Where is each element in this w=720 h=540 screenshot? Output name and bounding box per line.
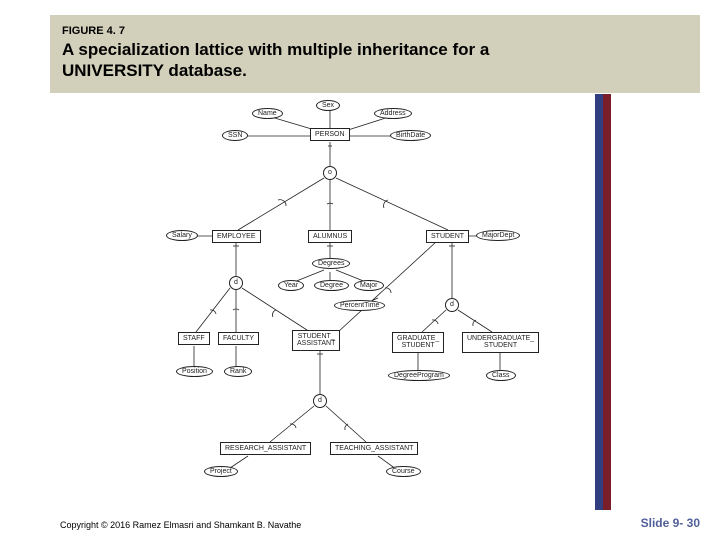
attr-position: Position: [176, 366, 213, 377]
entity-employee: EMPLOYEE: [212, 230, 261, 243]
entity-graduate-student: GRADUATE_ STUDENT: [392, 332, 444, 353]
attr-course: Course: [386, 466, 421, 477]
title-line-2: UNIVERSITY database.: [62, 61, 247, 80]
attr-majordept: MajorDept: [476, 230, 520, 241]
vertical-stripe-maroon: [603, 94, 611, 510]
slide-number: Slide 9- 30: [641, 516, 700, 530]
undergraduate-student-line1: UNDERGRADUATE_: [467, 335, 534, 342]
attr-address: Address: [374, 108, 412, 119]
eer-diagram: Sex Name Address SSN BirthDate PERSON o …: [160, 100, 580, 500]
slide-header: FIGURE 4. 7 A specialization lattice wit…: [50, 15, 700, 93]
student-assistant-line1: STUDENT_: [298, 333, 335, 340]
entity-student: STUDENT: [426, 230, 469, 243]
attr-sex: Sex: [316, 100, 340, 111]
attr-name: Name: [252, 108, 283, 119]
attr-percenttime: PercentTime: [334, 300, 385, 311]
entity-staff: STAFF: [178, 332, 210, 345]
circle-d-employee: d: [229, 276, 243, 290]
attr-year: Year: [278, 280, 304, 291]
entity-teaching-assistant: TEACHING_ASSISTANT: [330, 442, 418, 455]
title-line-1: A specialization lattice with multiple i…: [62, 40, 489, 59]
circle-d-student: d: [445, 298, 459, 312]
entity-person: PERSON: [310, 128, 350, 141]
attr-salary: Salary: [166, 230, 198, 241]
student-assistant-line2: ASSISTANT: [297, 340, 335, 347]
attr-project: Project: [204, 466, 238, 477]
circle-d-assistant: d: [313, 394, 327, 408]
entity-research-assistant: RESEARCH_ASSISTANT: [220, 442, 311, 455]
entity-student-assistant: STUDENT_ ASSISTANT: [292, 330, 340, 351]
attr-degree: Degree: [314, 280, 349, 291]
figure-title: A specialization lattice with multiple i…: [62, 39, 688, 82]
entity-faculty: FACULTY: [218, 332, 259, 345]
circle-o: o: [323, 166, 337, 180]
entity-alumnus: ALUMNUS: [308, 230, 352, 243]
figure-label: FIGURE 4. 7: [62, 25, 688, 37]
copyright-text: Copyright © 2016 Ramez Elmasri and Shamk…: [60, 520, 301, 530]
attr-major: Major: [354, 280, 384, 291]
attr-degreeprogram: DegreeProgram: [388, 370, 450, 381]
graduate-student-line1: GRADUATE_: [397, 335, 439, 342]
attr-birthdate: BirthDate: [390, 130, 431, 141]
attr-class: Class: [486, 370, 516, 381]
graduate-student-line2: STUDENT: [402, 342, 435, 349]
entity-undergraduate-student: UNDERGRADUATE_ STUDENT: [462, 332, 539, 353]
vertical-stripe-navy: [595, 94, 603, 510]
undergraduate-student-line2: STUDENT: [484, 342, 517, 349]
